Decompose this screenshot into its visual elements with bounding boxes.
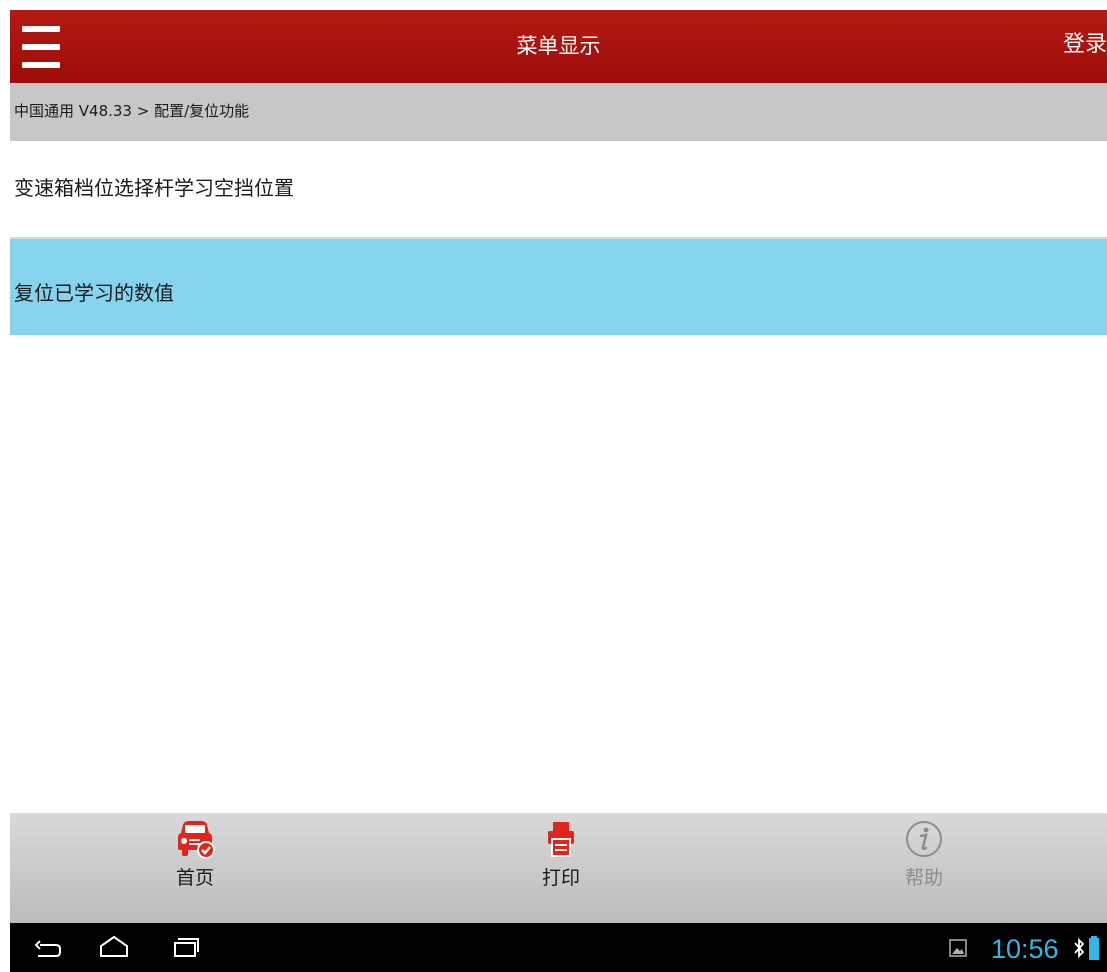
print-label: 打印	[541, 867, 580, 889]
menu-item-label: 变速箱档位选择杆学习空挡位置	[14, 176, 294, 200]
home-button[interactable]: 首页	[135, 813, 255, 923]
app-window: 菜单显示 登录 中国通用 V48.33 > 配置/复位功能 变速箱档位选择杆学习…	[10, 10, 1107, 972]
back-icon[interactable]	[34, 932, 62, 962]
car-check-icon	[178, 821, 215, 859]
help-button[interactable]: 帮助	[864, 813, 984, 923]
gallery-icon	[949, 939, 967, 957]
print-button[interactable]: 打印	[501, 813, 621, 923]
breadcrumb: 中国通用 V48.33 > 配置/复位功能	[10, 83, 1107, 141]
info-icon	[906, 821, 942, 857]
login-button[interactable]: 登录	[1063, 30, 1107, 60]
menu-item-reset-learned-values[interactable]: 复位已学习的数值	[10, 239, 1107, 335]
bluetooth-icon	[1074, 937, 1085, 959]
menu-item-gear-selector-neutral-learn[interactable]: 变速箱档位选择杆学习空挡位置	[10, 141, 1107, 237]
recent-apps-icon[interactable]	[170, 932, 200, 962]
clock: 10:56	[991, 934, 1059, 964]
top-bar: 菜单显示 登录	[10, 10, 1107, 83]
home-icon[interactable]	[98, 932, 130, 962]
menu-item-label: 复位已学习的数值	[14, 281, 174, 305]
bottom-toolbar: 首页 打印 帮助	[10, 813, 1107, 923]
printer-icon	[548, 822, 574, 857]
breadcrumb-text: 中国通用 V48.33 > 配置/复位功能	[14, 102, 250, 120]
home-label: 首页	[175, 867, 214, 889]
help-label: 帮助	[904, 867, 943, 889]
system-nav-bar: 10:56	[10, 923, 1107, 972]
page-title: 菜单显示	[516, 34, 601, 58]
battery-icon	[1089, 936, 1099, 960]
